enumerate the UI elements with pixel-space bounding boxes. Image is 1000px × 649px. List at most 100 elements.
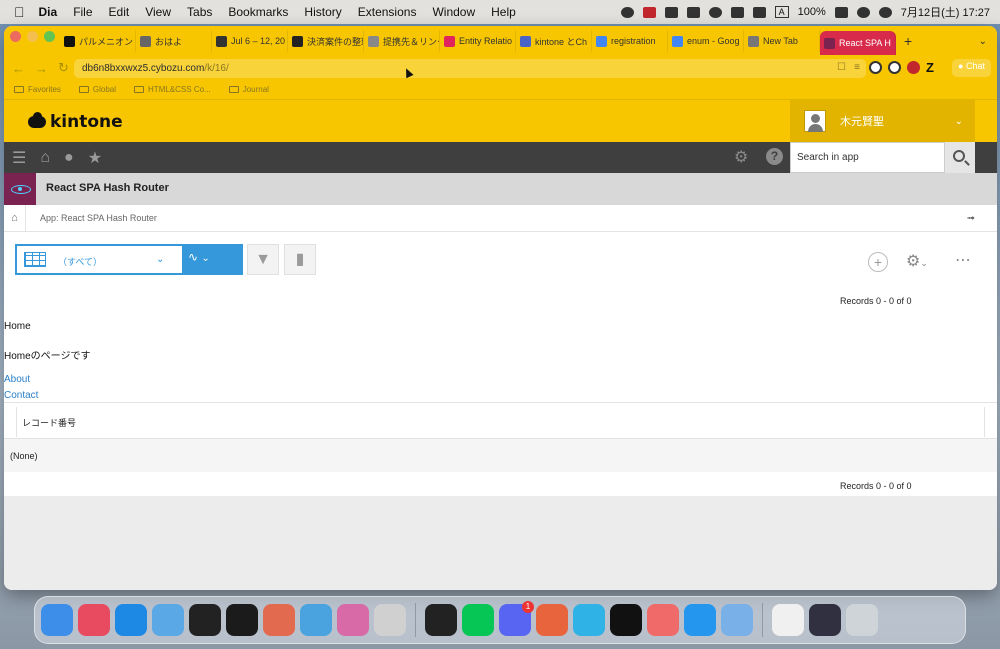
bookmark-journal[interactable]: Journal (228, 85, 269, 94)
input-source-indicator[interactable]: A (774, 6, 789, 18)
xcode-simulator-icon[interactable] (152, 604, 184, 636)
z-extension-icon[interactable]: Z (926, 60, 934, 75)
bookmark-favorites[interactable]: Favorites (14, 85, 61, 94)
finder-icon[interactable] (41, 604, 73, 636)
about-link[interactable]: About (4, 374, 30, 385)
arc-icon[interactable] (721, 604, 753, 636)
launchpad-icon[interactable] (78, 604, 110, 636)
terminal-icon[interactable] (610, 604, 642, 636)
close-window-button[interactable] (10, 31, 21, 42)
chat-button[interactable]: ● Chat (952, 59, 991, 77)
screenshot-thumb-icon[interactable] (772, 604, 804, 636)
zoom-window-button[interactable] (44, 31, 55, 42)
menu-help[interactable]: Help (491, 5, 516, 19)
bookmark-html-css[interactable]: HTML&CSS Co... (134, 85, 211, 94)
chart-button[interactable]: ▮ (284, 244, 316, 275)
zed-icon[interactable] (226, 604, 258, 636)
browser-tab[interactable]: Jul 6 – 12, 20 (212, 30, 288, 52)
browser-tab[interactable]: おはよ (136, 30, 212, 52)
filter-button[interactable]: ▼ (247, 244, 279, 275)
screenshot-thumb-icon-2[interactable] (809, 604, 841, 636)
browser-tab[interactable]: Entity Relatio (440, 30, 516, 52)
perplexity-icon[interactable] (536, 604, 568, 636)
screens-status-icon[interactable] (664, 6, 678, 18)
browser-tab[interactable]: kintone とCh (516, 30, 592, 52)
vpn-status-icon[interactable] (708, 6, 722, 18)
activity-monitor-icon[interactable] (425, 604, 457, 636)
battery-icon[interactable] (834, 6, 848, 18)
affinity-icon[interactable] (337, 604, 369, 636)
forward-arrow-icon[interactable]: → (35, 61, 48, 76)
wifi-icon[interactable] (856, 6, 870, 18)
line-icon[interactable] (462, 604, 494, 636)
kintone-wordmark: kintone (50, 112, 123, 132)
search-input[interactable]: Search in app (790, 142, 945, 173)
menu-app-name[interactable]: Dia (39, 5, 58, 19)
menu-file[interactable]: File (73, 5, 92, 19)
more-options-icon[interactable]: ⋯ (955, 250, 972, 270)
iphone-mirroring-icon[interactable] (263, 604, 295, 636)
extension-icon[interactable] (888, 61, 901, 74)
gear-icon[interactable]: ⚙ (734, 147, 748, 167)
password-manager-extension-icon[interactable] (869, 61, 882, 74)
unity-icon[interactable] (189, 604, 221, 636)
parallels-icon[interactable] (374, 604, 406, 636)
menu-bookmarks[interactable]: Bookmarks (228, 5, 288, 19)
browser-tab[interactable]: 提携先＆リンク (364, 30, 440, 52)
breadcrumb-app-link[interactable]: App: React SPA Hash Router (26, 213, 157, 223)
graph-selector-button[interactable]: ∿ ⌄ (182, 244, 243, 275)
url-field[interactable]: db6n8bxxwxz5.cybozu.com/k/16/ ☐ ≡ (74, 59, 866, 78)
add-record-button[interactable]: + (868, 252, 888, 272)
help-icon[interactable]: ? (766, 148, 783, 165)
site-settings-icon[interactable]: ≡ (854, 62, 860, 73)
docker-icon[interactable] (684, 604, 716, 636)
tab-overflow-chevron-icon[interactable]: ⌄ (979, 36, 987, 47)
home-icon[interactable]: ⌂ (40, 149, 50, 167)
bookmark-icon[interactable]: ☐ (837, 62, 846, 73)
audio-status-icon[interactable] (752, 6, 766, 18)
app-settings-gear-icon[interactable]: ⚙⌄ (906, 251, 928, 271)
view-selector[interactable]: （すべて） ⌄ ∿ ⌄ (15, 244, 243, 275)
hamburger-menu-icon[interactable]: ☰ (12, 148, 26, 168)
contact-link[interactable]: Contact (4, 390, 38, 401)
user-menu[interactable]: 木元賢聖 ⌄ (790, 100, 975, 142)
tab-active[interactable]: React SPA H (820, 31, 896, 55)
record-status-icon[interactable] (620, 6, 634, 18)
favorites-star-icon[interactable]: ★ (88, 148, 102, 168)
breadcrumb-home-icon[interactable]: ⌂ (4, 204, 26, 232)
pin-icon[interactable]: ➟ (967, 213, 975, 224)
menu-tabs[interactable]: Tabs (187, 5, 212, 19)
menu-extensions[interactable]: Extensions (358, 5, 417, 19)
menubar-clock[interactable]: 7月12日(土) 17:27 (901, 4, 990, 20)
vscode-icon[interactable] (115, 604, 147, 636)
menu-window[interactable]: Window (432, 5, 475, 19)
menu-history[interactable]: History (304, 5, 341, 19)
columns-app-icon[interactable] (300, 604, 332, 636)
minimize-window-button[interactable] (27, 31, 38, 42)
proxyman-icon[interactable] (573, 604, 605, 636)
browser-tab[interactable]: registration (592, 30, 668, 52)
browser-tab[interactable]: パルメニオン (60, 30, 136, 52)
browser-tab[interactable]: New Tab (744, 30, 820, 52)
kintone-logo[interactable]: kintone (28, 112, 123, 132)
app-status-icon[interactable] (642, 6, 656, 18)
new-tab-button[interactable]: + (904, 33, 912, 49)
search-button[interactable] (945, 142, 975, 173)
bookmark-global[interactable]: Global (78, 85, 116, 94)
clipboard-status-icon[interactable] (686, 6, 700, 18)
reload-icon[interactable]: ↻ (58, 60, 69, 76)
browser-tab[interactable]: 決済案件の整理 (288, 30, 364, 52)
back-arrow-icon[interactable]: ← (12, 61, 25, 76)
notification-bell-icon[interactable]: ● (64, 149, 74, 167)
trash-icon[interactable] (846, 604, 878, 636)
asana-icon[interactable] (647, 604, 679, 636)
line-status-icon[interactable] (730, 6, 744, 18)
column-header-record-number[interactable]: レコード番号 (16, 407, 985, 437)
menu-edit[interactable]: Edit (109, 5, 130, 19)
menu-view[interactable]: View (145, 5, 171, 19)
apple-menu-icon[interactable]:  (14, 4, 25, 20)
control-center-icon[interactable] (878, 6, 892, 18)
discord-icon[interactable]: 1 (499, 601, 534, 636)
record-extension-icon[interactable] (907, 61, 920, 74)
browser-tab[interactable]: enum - Goog (668, 30, 744, 52)
